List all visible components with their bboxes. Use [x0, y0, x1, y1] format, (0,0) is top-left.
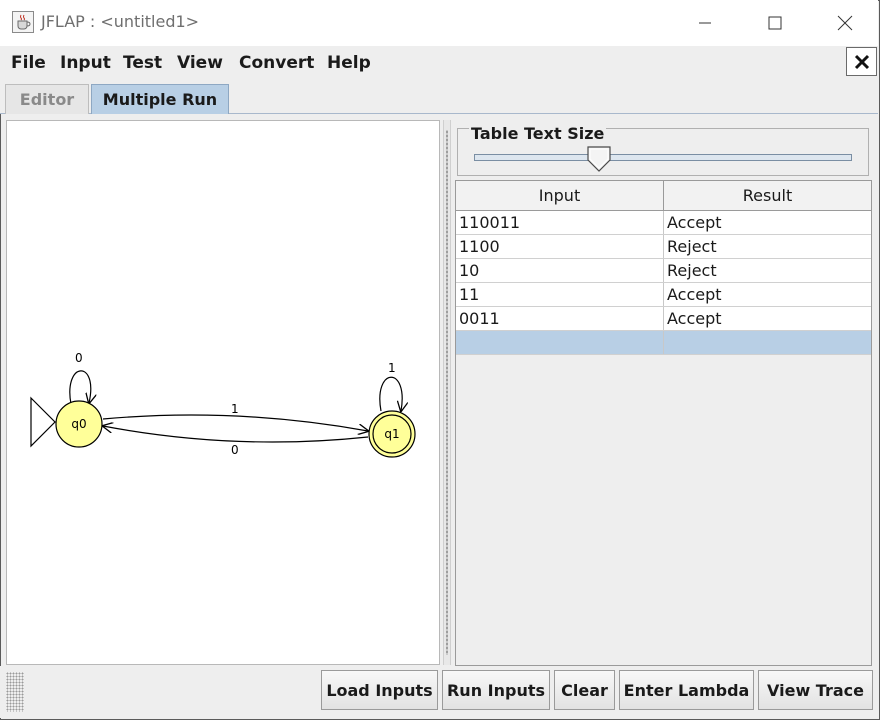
menu-test[interactable]: Test [123, 53, 162, 73]
splitter-grip [446, 130, 448, 655]
initial-state-marker [30, 396, 56, 448]
input-cell[interactable]: 0011 [456, 307, 664, 330]
result-cell: Accept [667, 213, 722, 232]
state-label-q0: q0 [71, 417, 86, 431]
close-tab-button[interactable] [846, 47, 877, 76]
close-icon [854, 54, 869, 69]
window-title: JFLAP : <untitled1> [41, 12, 200, 31]
menu-file[interactable]: File [11, 53, 46, 73]
menu-convert[interactable]: Convert [239, 53, 314, 73]
text-size-slider-track[interactable] [474, 154, 852, 161]
run-inputs-button[interactable]: Run Inputs [442, 670, 550, 710]
table-row[interactable]: 10 Reject [456, 259, 871, 283]
load-inputs-button[interactable]: Load Inputs [321, 670, 438, 710]
window-close-button[interactable] [822, 8, 868, 38]
transition-q0-q1[interactable] [102, 414, 368, 431]
menu-input[interactable]: Input [60, 53, 111, 73]
view-trace-button[interactable]: View Trace [758, 670, 873, 710]
result-cell: Accept [667, 285, 722, 304]
split-pane-divider[interactable] [443, 120, 451, 665]
transition-label-q1-q1: 1 [388, 361, 396, 375]
table-row[interactable]: 11 Accept [456, 283, 871, 307]
state-label-q1: q1 [384, 427, 399, 441]
tab-editor[interactable]: Editor [5, 84, 89, 114]
input-cell[interactable]: 1100 [456, 235, 664, 258]
table-text-size-label: Table Text Size [469, 124, 607, 143]
column-header-input[interactable]: Input [456, 181, 664, 211]
result-cell: Reject [667, 261, 717, 280]
input-cell[interactable]: 11 [456, 283, 664, 306]
java-cup-icon [12, 11, 34, 33]
tab-multiple-run[interactable]: Multiple Run [91, 84, 229, 114]
maximize-button[interactable] [752, 8, 798, 38]
enter-lambda-button[interactable]: Enter Lambda [619, 670, 754, 710]
column-header-result[interactable]: Result [664, 181, 871, 211]
result-cell [664, 331, 871, 354]
table-row[interactable]: 1100 Reject [456, 235, 871, 259]
transition-label-q1-q0: 0 [231, 443, 239, 457]
menu-view[interactable]: View [177, 53, 223, 73]
title-bar: JFLAP : <untitled1> [0, 0, 878, 46]
table-row-selected[interactable] [456, 331, 871, 355]
automaton-canvas[interactable]: 0 1 0 1 q0 q1 [6, 120, 440, 665]
input-cell[interactable]: 10 [456, 259, 664, 282]
tab-strip: Editor Multiple Run [0, 80, 878, 114]
text-size-slider-thumb[interactable] [587, 146, 611, 172]
transition-q0-q0[interactable] [69, 370, 91, 404]
minimize-button[interactable] [682, 8, 728, 38]
table-row[interactable]: 0011 Accept [456, 307, 871, 331]
input-cell[interactable]: 110011 [456, 211, 664, 234]
transition-label-q0-q0: 0 [75, 351, 83, 365]
table-row[interactable]: 110011 Accept [456, 211, 871, 235]
menu-help[interactable]: Help [327, 53, 371, 73]
transition-q1-q0[interactable] [103, 426, 369, 443]
transition-q1-q1[interactable] [379, 376, 402, 411]
input-cell[interactable] [456, 331, 664, 354]
transition-label-q0-q1: 1 [231, 402, 239, 416]
menu-bar: File Input Test View Convert Help [0, 46, 878, 80]
resize-grip[interactable] [6, 672, 24, 712]
result-cell: Reject [667, 237, 717, 256]
clear-button[interactable]: Clear [554, 670, 615, 710]
result-cell: Accept [667, 309, 722, 328]
